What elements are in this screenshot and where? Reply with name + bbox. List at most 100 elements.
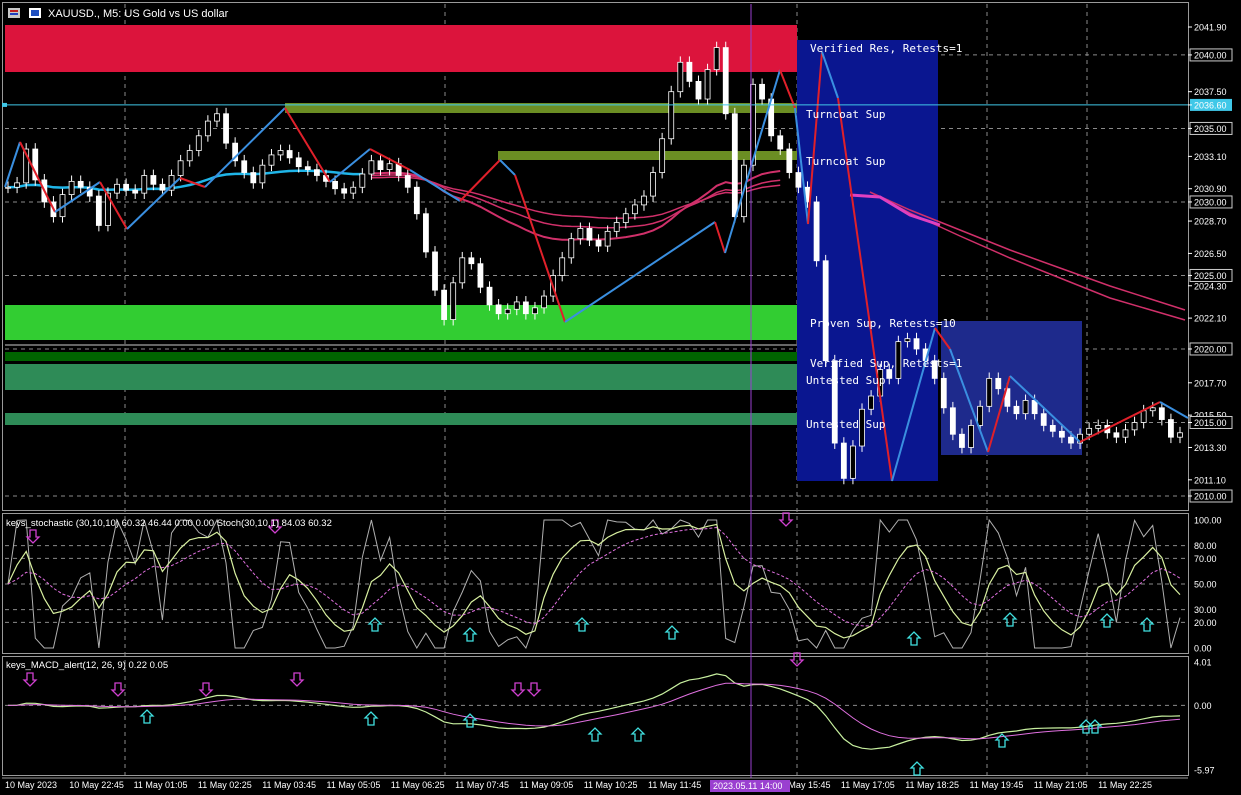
- candle-body: [868, 395, 875, 410]
- time-tick-label: 11 May 07:45: [455, 780, 509, 790]
- macd-level-label: -5.97: [1194, 766, 1215, 776]
- price-axis: 2041.90 2040.00 2037.50 2036.60 2035.00 2033.…: [1188, 23, 1233, 503]
- candle-body: [959, 433, 965, 448]
- candle-body: [95, 195, 102, 226]
- macd-level-label: 0.00: [1194, 701, 1212, 711]
- zone-label: Untested Sup: [806, 374, 885, 387]
- candle-body: [1031, 400, 1038, 415]
- candle-body: [977, 405, 984, 426]
- time-tick-label: 11 May 05:05: [327, 780, 381, 790]
- candle-body: [704, 69, 711, 100]
- price-tick-label: 2010.00: [1194, 492, 1227, 502]
- candle-body: [350, 186, 357, 194]
- candle-body: [1058, 430, 1065, 438]
- window-title: XAUUSD., M5: US Gold vs US dollar: [48, 8, 229, 20]
- candle-body: [1113, 432, 1120, 438]
- zone-label: Turncoat Sup: [806, 155, 885, 168]
- stoch-level-label: 0.00: [1194, 644, 1212, 654]
- candle-body: [686, 61, 693, 82]
- candle-body: [850, 445, 856, 479]
- time-tick-label: 11 May 02:25: [198, 780, 252, 790]
- candle-body: [659, 138, 666, 173]
- candle-body: [259, 164, 266, 184]
- candle-body: [68, 180, 75, 196]
- price-tick-label: 2037.50: [1194, 87, 1227, 97]
- proven-support-zone: [5, 305, 797, 340]
- price-tick-label: 2036.60: [1194, 100, 1227, 110]
- candle-body: [450, 282, 457, 320]
- candle-body: [332, 180, 338, 190]
- cursor-time-label: 2023.05.11 14:00: [713, 781, 782, 791]
- candle-body: [1095, 425, 1102, 429]
- candle-body: [622, 213, 629, 223]
- price-tick-label: 2030.90: [1194, 184, 1227, 194]
- chart-canvas[interactable]: 100.00 80.00 70.00 50.00 30.00 20.00 0.00 4.01…: [0, 0, 1241, 795]
- stoch-level-label: 80.00: [1194, 541, 1217, 551]
- stochastic-pane[interactable]: [2, 513, 1189, 654]
- candle-body: [777, 135, 784, 150]
- time-tick-label: 11 May 19:45: [970, 780, 1024, 790]
- candle-body: [559, 257, 566, 276]
- candle-body: [432, 251, 438, 291]
- candle-body: [541, 295, 547, 309]
- candle-body: [595, 239, 602, 247]
- candle-body: [949, 407, 956, 435]
- candle-body: [604, 230, 611, 247]
- zone-label: Proven Sup, Retests=10: [810, 317, 956, 330]
- candle-body: [650, 172, 656, 197]
- price-tick-label: 2017.70: [1194, 378, 1227, 388]
- macd-pane[interactable]: [2, 656, 1189, 776]
- current-price-handle: [2, 102, 7, 107]
- candle-body: [177, 160, 184, 176]
- candle-body: [468, 257, 475, 265]
- zone-label: Turncoat Sup: [806, 108, 885, 121]
- untested-support-zone-b: [5, 413, 797, 425]
- price-tick-label: 2033.10: [1194, 152, 1227, 162]
- candle-body: [613, 222, 620, 232]
- price-tick-label: 2041.90: [1194, 23, 1227, 33]
- candle-body: [150, 175, 157, 185]
- candle-body: [641, 195, 647, 206]
- candle-body: [713, 47, 720, 71]
- candle-body: [159, 183, 166, 191]
- zone-label: Verified Sup, Retests=1: [810, 357, 962, 370]
- candle-body: [477, 263, 484, 288]
- candle-body: [722, 47, 729, 115]
- stoch-level-label: 50.00: [1194, 580, 1217, 590]
- candle-body: [731, 113, 738, 218]
- candle-body: [14, 182, 20, 188]
- candle-body: [441, 289, 447, 320]
- candle-body: [386, 163, 393, 171]
- candle-body: [1040, 413, 1047, 426]
- time-tick-label: 11 May 01:05: [134, 780, 188, 790]
- candle-body: [114, 183, 120, 194]
- untested-support-zone-a: [5, 364, 797, 390]
- candle-body: [1022, 400, 1029, 415]
- time-tick-label: 11 May 21:05: [1034, 780, 1088, 790]
- candle-body: [195, 135, 202, 151]
- price-tick-label: 2013.30: [1194, 443, 1227, 453]
- candle-body: [1168, 419, 1174, 438]
- candle-body: [677, 61, 684, 93]
- candle-body: [568, 238, 575, 259]
- candle-body: [359, 173, 366, 188]
- zone-label: Untested Sup: [806, 418, 885, 431]
- candle-body: [1068, 436, 1074, 444]
- candle-body: [377, 160, 384, 171]
- macd-label: keys_MACD_alert(12, 26, 9) 0.22 0.05: [6, 660, 168, 671]
- time-tick-label: 11 May 22:25: [1098, 780, 1152, 790]
- candle-body: [423, 213, 429, 253]
- candle-body: [250, 172, 257, 184]
- candle-body: [1122, 429, 1129, 438]
- candle-body: [186, 150, 193, 162]
- candle-body: [813, 201, 820, 262]
- price-tick-label: 2011.10: [1194, 475, 1226, 485]
- time-tick-label: 10 May 22:45: [69, 780, 124, 790]
- time-tick-label: 11 May 10:25: [584, 780, 638, 790]
- candle-body: [886, 369, 893, 379]
- candle-body: [577, 228, 584, 240]
- candle-body: [759, 83, 765, 100]
- time-tick-label: 11 May 03:45: [262, 780, 316, 790]
- candle-body: [986, 377, 993, 407]
- candle-body: [631, 204, 638, 215]
